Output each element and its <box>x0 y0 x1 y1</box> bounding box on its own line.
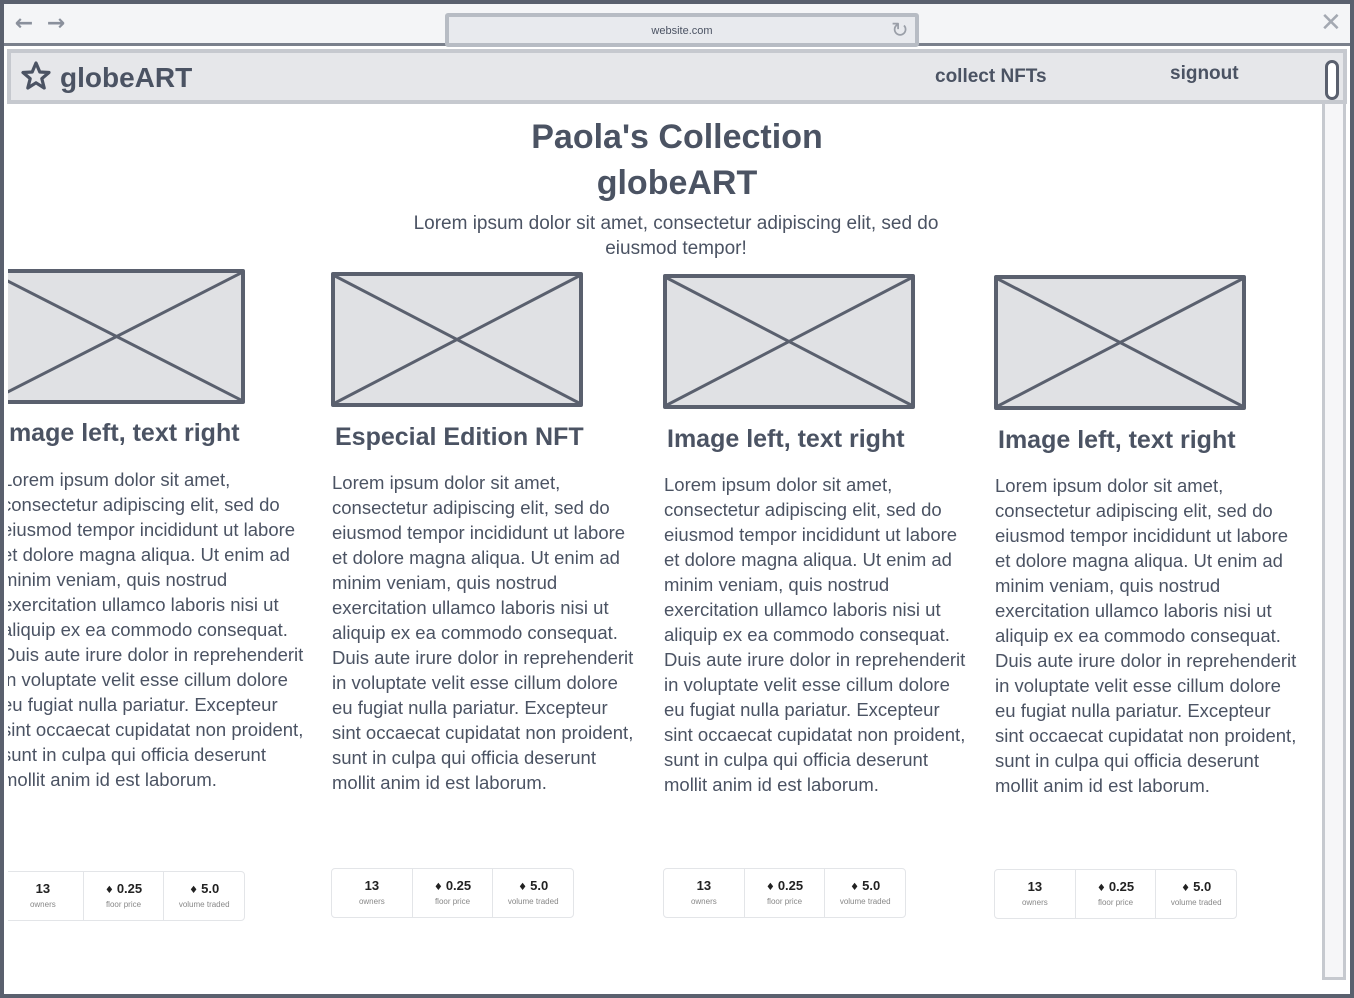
image-placeholder <box>663 274 915 409</box>
stat-label: floor price <box>766 897 803 906</box>
stat-label: floor price <box>1097 898 1134 907</box>
stat-floor-price: ♦ 0.25 floor price <box>1076 870 1157 918</box>
stat-label: volume traded <box>178 900 230 909</box>
stat-label: owners <box>29 900 56 909</box>
cards-area: Image left, text right Lorem ipsum dolor… <box>8 104 1322 990</box>
stat-label: volume traded <box>1170 898 1222 907</box>
address-bar[interactable]: website.com ↻ <box>445 13 919 47</box>
browser-toolbar: ← → website.com ↻ ✕ <box>4 4 1350 47</box>
stat-volume-traded: ♦ 5.0 volume traded <box>164 872 244 920</box>
stat-volume-traded: ♦ 5.0 volume traded <box>493 869 573 917</box>
stat-value: 5.0 <box>201 881 220 896</box>
ethereum-icon: ♦ <box>433 882 443 893</box>
close-icon[interactable]: ✕ <box>1320 10 1344 36</box>
ethereum-icon: ♦ <box>104 885 114 896</box>
card-description: Lorem ipsum dolor sit amet, consectetur … <box>332 472 634 793</box>
stat-owners: 13 owners <box>664 869 745 917</box>
card-description: Lorem ipsum dolor sit amet, consectetur … <box>995 475 1297 796</box>
ethereum-icon: ♦ <box>518 882 528 893</box>
card-stats: 13 owners ♦ 0.25 floor price ♦ 5.0 volume tra… <box>994 869 1237 919</box>
ethereum-icon: ♦ <box>850 882 860 893</box>
stat-label: volume traded <box>507 897 559 906</box>
card-title: Image left, text right <box>667 425 905 453</box>
ethereum-icon: ♦ <box>1181 883 1191 894</box>
stat-floor-price: ♦ 0.25 floor price <box>84 872 165 920</box>
star-icon <box>21 61 51 90</box>
stat-value: 0.25 <box>1108 879 1135 894</box>
stat-value: 0.25 <box>777 878 804 893</box>
ethereum-icon: ♦ <box>1096 883 1106 894</box>
stat-volume-traded: ♦ 5.0 volume traded <box>825 869 905 917</box>
stat-floor-price: ♦ 0.25 floor price <box>413 869 494 917</box>
nav-collect-nfts[interactable]: collect NFTs <box>935 66 1047 88</box>
card-title: Image left, text right <box>8 419 240 447</box>
image-placeholder <box>8 269 245 404</box>
card-description: Lorem ipsum dolor sit amet, consectetur … <box>664 474 966 795</box>
stat-label: owners <box>1021 898 1048 907</box>
stat-label: floor price <box>434 897 471 906</box>
stat-label: owners <box>690 897 717 906</box>
stat-value: 5.0 <box>1193 879 1212 894</box>
stat-value: 5.0 <box>530 878 549 893</box>
scrollbar-track[interactable] <box>1322 104 1346 980</box>
stat-owners: 13 owners <box>995 870 1076 918</box>
stat-volume-traded: ♦ 5.0 volume traded <box>1156 870 1236 918</box>
stat-label: owners <box>358 897 385 906</box>
stat-label: floor price <box>105 900 142 909</box>
stat-value: 0.25 <box>445 878 472 893</box>
stat-value: 13 <box>35 881 51 896</box>
stat-value: 5.0 <box>862 878 881 893</box>
card-stats: 13 owners ♦ 0.25 floor price ♦ 5.0 volume tra… <box>8 871 245 921</box>
image-placeholder <box>994 275 1246 410</box>
brand-name[interactable]: globeART <box>60 62 192 94</box>
card-stats: 13 owners ♦ 0.25 floor price ♦ 5.0 volume tra… <box>331 868 574 918</box>
card-stats: 13 owners ♦ 0.25 floor price ♦ 5.0 volume tra… <box>663 868 906 918</box>
arrow-right-icon[interactable]: → <box>44 13 68 35</box>
ethereum-icon: ♦ <box>189 885 199 896</box>
stat-label: volume traded <box>839 897 891 906</box>
image-placeholder <box>331 272 583 407</box>
stat-value: 13 <box>696 878 712 893</box>
stat-value: 13 <box>364 878 380 893</box>
scrollbar-thumb[interactable] <box>1325 60 1339 100</box>
stat-owners: 13 owners <box>332 869 413 917</box>
url-text: website.com <box>651 25 713 37</box>
arrow-left-icon[interactable]: ← <box>12 13 36 35</box>
stat-owners: 13 owners <box>8 872 84 920</box>
card-title: Image left, text right <box>998 426 1236 454</box>
nav-signout[interactable]: signout <box>1170 63 1239 85</box>
card-description: Lorem ipsum dolor sit amet, consectetur … <box>8 469 304 790</box>
reload-icon[interactable]: ↻ <box>891 19 913 41</box>
ethereum-icon: ♦ <box>765 882 775 893</box>
stat-floor-price: ♦ 0.25 floor price <box>745 869 826 917</box>
stat-value: 0.25 <box>116 881 143 896</box>
stat-value: 13 <box>1027 879 1043 894</box>
card-title: Especial Edition NFT <box>335 423 584 451</box>
site-navbar: globeART collect NFTs signout <box>7 49 1347 104</box>
